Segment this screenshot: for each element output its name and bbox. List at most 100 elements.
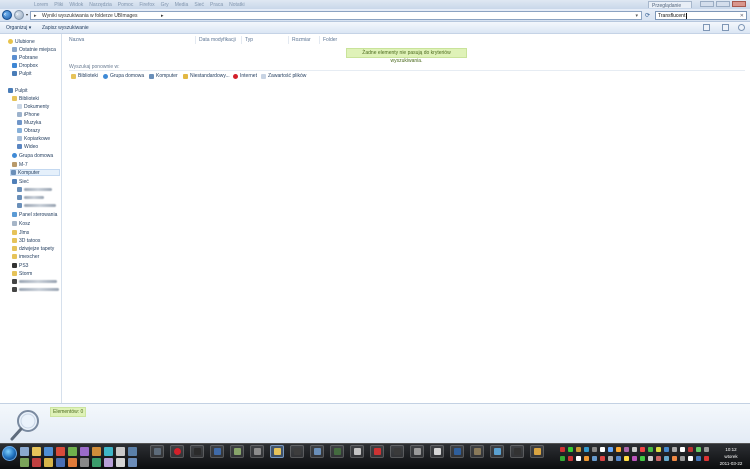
maximize-button[interactable] [716,1,730,7]
quicklaunch-icon[interactable] [44,458,53,467]
taskbar-app-button[interactable] [190,445,204,458]
nav-control-panel[interactable]: Panel sterowania [12,211,57,218]
tray-icon[interactable] [664,447,669,452]
tray-icon[interactable] [624,456,629,461]
column-header-size[interactable]: Rozmiar [292,37,311,43]
search-again-homegroup[interactable]: Grupa domowa [103,73,144,79]
nav-folder[interactable]: Storm [12,270,32,277]
tray-icon[interactable] [688,447,693,452]
quicklaunch-icon[interactable] [128,447,137,456]
quicklaunch-icon[interactable] [56,447,65,456]
search-again-internet[interactable]: Internet [233,73,257,79]
nav-favorites[interactable]: Ulubione [8,38,35,45]
breadcrumb[interactable]: Wyniki wyszukiwania w folderze UBImages [42,13,138,19]
nav-music[interactable]: Muzyka [17,119,41,126]
menu-item[interactable]: Gry [161,2,169,8]
tray-icon[interactable] [576,447,581,452]
nav-computer[interactable]: Komputer [10,169,60,176]
taskbar-app-button[interactable] [290,445,304,458]
column-header-type[interactable]: Typ [245,37,253,43]
tray-icon[interactable] [704,456,709,461]
help-icon[interactable] [738,24,745,31]
quicklaunch-icon[interactable] [68,458,77,467]
menu-item[interactable]: Notatki [229,2,245,8]
tray-icon[interactable] [696,447,701,452]
nav-recycle-bin[interactable]: Kosz [12,220,30,227]
quicklaunch-icon[interactable] [116,458,125,467]
nav-videos[interactable]: Wideo [17,143,38,150]
taskbar-app-button[interactable] [250,445,264,458]
tray-icon[interactable] [576,456,581,461]
tray-icon[interactable] [688,456,693,461]
nav-pictures[interactable]: Obrazy [17,127,40,134]
tray-icon[interactable] [624,447,629,452]
taskbar-app-button[interactable] [530,445,544,458]
back-button[interactable]: ‹ [2,10,12,20]
quicklaunch-icon[interactable] [56,458,65,467]
menu-item[interactable]: Praca [210,2,223,8]
tray-icon[interactable] [656,447,661,452]
taskbar-clock[interactable]: 10:12 wtorek 2011-03-22 [713,446,749,467]
nav-user[interactable]: M-7 [12,161,28,168]
tray-icon[interactable] [584,447,589,452]
taskbar-app-button[interactable] [170,445,184,458]
nav-folder[interactable]: 3D tatoos [12,237,40,244]
tray-icon[interactable] [632,456,637,461]
tray-icon[interactable] [600,447,605,452]
menu-item[interactable]: Pomoc [118,2,134,8]
breadcrumb-chevron-icon[interactable]: ▸ [34,13,37,19]
quicklaunch-icon[interactable] [128,458,137,467]
tray-icon[interactable] [616,447,621,452]
tray-icon[interactable] [600,456,605,461]
taskbar-app-button[interactable] [210,445,224,458]
tray-icon[interactable] [680,456,685,461]
tray-icon[interactable] [608,447,613,452]
nav-folder[interactable]: dziwjejze tapety [12,245,54,252]
taskbar-app-button[interactable] [230,445,244,458]
taskbar-app-button[interactable] [450,445,464,458]
menu-item[interactable]: Pliki [54,2,63,8]
menu-item[interactable]: Widok [69,2,83,8]
refresh-icon[interactable]: ⟳ [645,12,650,19]
column-header-folder[interactable]: Folder [323,37,337,43]
path-box[interactable]: ▸ Wyniki wyszukiwania w folderze UBImage… [30,11,642,20]
nav-copies[interactable]: Kopiarkowe [17,135,50,142]
tray-icon[interactable] [640,456,645,461]
breadcrumb-chevron-icon[interactable]: ▸ [161,13,164,19]
tray-icon[interactable] [592,447,597,452]
tray-icon[interactable] [616,456,621,461]
tray-icon[interactable] [640,447,645,452]
tray-icon[interactable] [656,456,661,461]
quicklaunch-icon[interactable] [32,458,41,467]
tray-icon[interactable] [672,456,677,461]
tray-icon[interactable] [592,456,597,461]
column-header-date[interactable]: Data modyfikacji [199,37,236,43]
tray-icon[interactable] [568,456,573,461]
search-input[interactable]: Transflucent ✕ [655,11,747,20]
nav-iphone[interactable]: iPhone [17,111,40,118]
nav-recent[interactable]: Ostatnie miejsca [12,46,56,53]
quicklaunch-icon[interactable] [20,458,29,467]
forward-button[interactable]: › [14,10,24,20]
taskbar-app-button[interactable] [430,445,444,458]
tray-icon[interactable] [584,456,589,461]
column-divider[interactable] [241,36,242,44]
quicklaunch-icon[interactable] [80,458,89,467]
minimize-button[interactable] [700,1,714,7]
menu-item[interactable]: Firefox [139,2,154,8]
tray-icon[interactable] [648,447,653,452]
nav-desktop[interactable]: Pulpit [8,87,28,94]
quicklaunch-icon[interactable] [104,458,113,467]
nav-drive[interactable] [12,278,57,285]
taskbar-app-button[interactable] [350,445,364,458]
browser-tab[interactable]: Przeglądanie [648,1,692,9]
nav-folder[interactable]: Jlms [12,229,29,236]
preview-pane-icon[interactable] [722,24,729,31]
clear-icon[interactable]: ✕ [740,13,744,19]
menu-item[interactable]: Narzędzia [89,2,112,8]
menu-item[interactable]: Sieć [194,2,204,8]
search-again-libraries[interactable]: Biblioteki [71,73,98,79]
search-again-custom[interactable]: Niestandardowy... [183,73,230,79]
nav-dropbox[interactable]: Dropbox [12,62,38,69]
quicklaunch-icon[interactable] [20,447,29,456]
